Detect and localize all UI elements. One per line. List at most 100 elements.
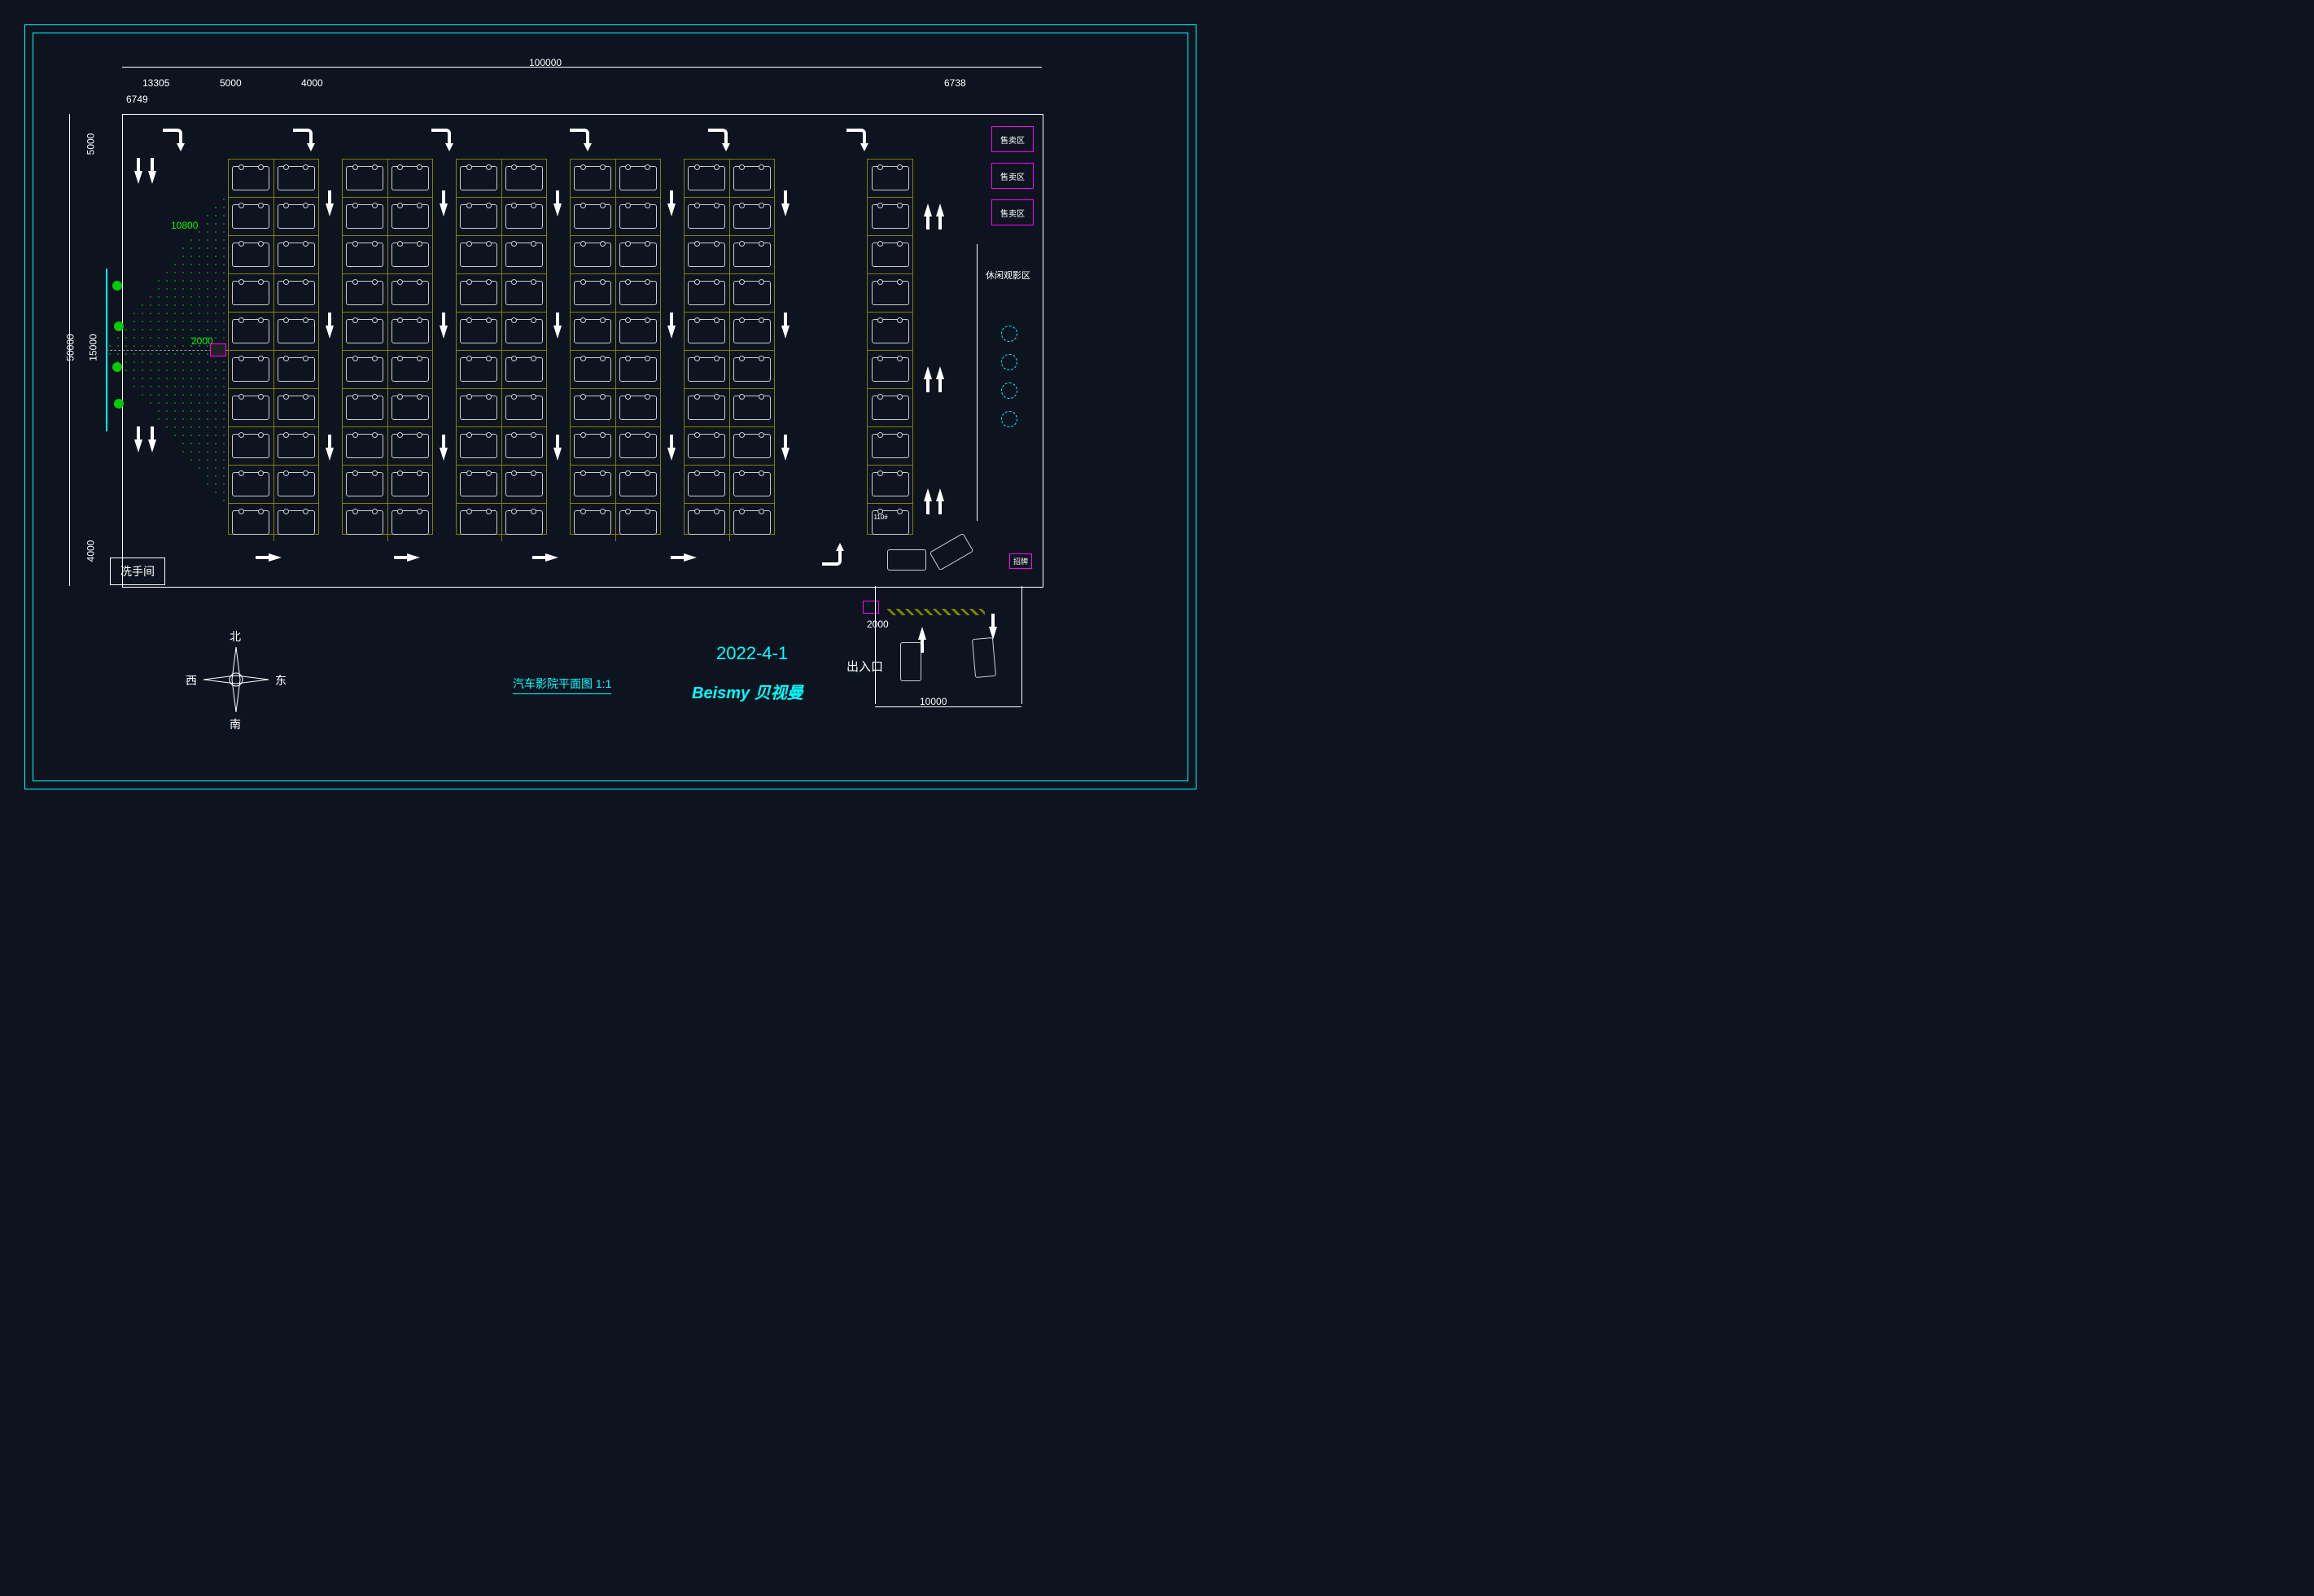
parking-space [229,427,274,465]
parking-space [502,427,547,465]
parking-space [571,466,616,503]
parking-space [685,160,730,197]
compass-north: 北 [230,628,241,645]
parking-space [388,351,433,388]
dim-screen-w: 13305 [142,77,169,89]
parking-space [571,274,616,312]
cad-canvas: 100000 13305 5000 4000 6738 6749 50000 5… [0,0,1221,814]
parking-space [685,274,730,312]
car-icon [900,642,921,681]
seat-icon [1001,411,1017,427]
sales-booth: 售卖区 [991,126,1034,152]
entrance-wall-l [875,586,876,704]
parking-space [274,389,319,426]
parking-space [457,313,502,350]
turn-arrow-icon [708,129,728,145]
arrow-down-icon [667,203,676,216]
parking-space [685,351,730,388]
parking-space [571,351,616,388]
arrow-right-icon [684,553,697,562]
parking-block-single: 110# [867,159,913,535]
sales-booth: 售卖区 [991,163,1034,189]
parking-space [388,274,433,312]
parking-space [502,351,547,388]
parking-space: 110# [868,504,912,541]
arrow-down-icon [148,439,156,453]
parking-space [502,389,547,426]
arrow-up-icon [936,366,944,379]
arrow-right-icon [407,553,420,562]
seat-icon [1001,354,1017,370]
arrow-right-icon [269,553,282,562]
parking-space [868,427,912,465]
parking-space [457,427,502,465]
parking-block [570,159,661,535]
signboard: 招牌 [1009,553,1032,569]
drawing-date: 2022-4-1 [716,643,788,664]
parking-space [457,198,502,235]
parking-space [388,389,433,426]
arrow-up-icon [924,203,932,216]
dim-right-margin: 6738 [944,77,966,89]
parking-space [457,160,502,197]
restroom-label: 冼手间 [110,558,165,585]
parking-space [685,389,730,426]
dim-gate-width: 2000 [867,619,889,630]
parking-space [274,274,319,312]
parking-space [730,198,775,235]
parking-space [274,313,319,350]
dim-screen-diag: 10800 [171,220,198,231]
arrow-down-icon [781,448,790,461]
parking-space [388,236,433,273]
parking-space [343,313,388,350]
parking-space [343,389,388,426]
dim-bottom-space: 4000 [85,540,96,562]
parking-space [571,427,616,465]
parking-space [457,236,502,273]
turn-arrow-icon [846,129,866,145]
parking-space [868,351,912,388]
parking-space [274,351,319,388]
arrow-down-icon [781,326,790,339]
parking-space [229,236,274,273]
tree-icon [112,281,122,291]
parking-space [229,313,274,350]
parking-space [229,351,274,388]
arrow-down-icon [667,326,676,339]
parking-space [229,504,274,541]
parking-space [388,504,433,541]
dim-mid-space: 15000 [88,334,99,361]
parking-space [730,504,775,541]
dim-line-left [69,114,70,586]
barrier-gate [887,609,985,615]
parking-space [685,198,730,235]
tree-icon [114,399,124,409]
sales-booth: 售卖区 [991,199,1034,225]
entrance-label: 出入口 [846,658,883,675]
parking-space [457,351,502,388]
arrow-down-icon [326,448,334,461]
parking-space [274,198,319,235]
dim-top-space: 5000 [85,133,96,155]
parking-space [343,466,388,503]
dim-entrance-width: 10000 [920,696,947,707]
parking-space [274,160,319,197]
parking-space [730,313,775,350]
arrow-down-icon [553,448,562,461]
parking-space [616,236,661,273]
parking-space [616,198,661,235]
dim-total-height: 50000 [65,334,77,361]
parking-space [616,313,661,350]
dim-parking-w: 5000 [220,77,242,89]
arrow-down-icon [781,203,790,216]
parking-space [730,466,775,503]
tree-icon [114,321,124,331]
parking-space [868,160,912,197]
dim-line-top [122,67,1042,68]
arrow-down-icon [134,439,142,453]
parking-space [388,313,433,350]
parking-space [685,504,730,541]
parking-space [502,236,547,273]
parking-block [228,159,319,535]
arrow-down-icon [440,326,448,339]
